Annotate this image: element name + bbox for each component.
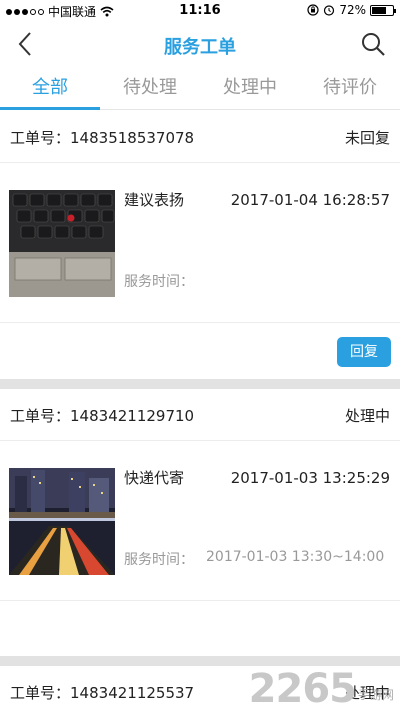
service-date: 2017-01-04 16:28:57 [230, 191, 390, 209]
watermark-logo: 2265 手游网 [249, 669, 394, 709]
order-header: 工单号：1483518537078 未回复 [0, 111, 400, 163]
alarm-icon [324, 5, 335, 16]
service-time-label: 服务时间： [124, 274, 194, 290]
orientation-lock-icon [307, 4, 319, 16]
reply-button[interactable]: 回复 [337, 337, 391, 367]
watermark-number: 2265 [248, 666, 357, 711]
battery-percent: 72% [339, 3, 366, 17]
tab-bar: 全部 待处理 处理中 待评价 [0, 68, 400, 110]
tab-processing[interactable]: 处理中 [200, 68, 300, 109]
order-status: 未回复 [344, 129, 390, 147]
battery-fill [372, 6, 387, 14]
search-button[interactable] [360, 31, 386, 57]
service-name: 建议表扬 [124, 191, 185, 209]
tab-pending[interactable]: 待处理 [100, 68, 200, 109]
service-time-label: 服务时间： [124, 552, 194, 568]
order-body: 建议表扬 2017-01-04 16:28:57 服务时间： [0, 163, 400, 323]
order-thumbnail-keyboard [9, 190, 115, 297]
card-separator [0, 379, 400, 389]
page-title: 服务工单 [164, 37, 236, 58]
service-name: 快递代寄 [124, 469, 185, 487]
order-footer: 回复 [0, 323, 400, 379]
watermark-text: 手游网 [357, 688, 394, 702]
order-thumbnail-city [9, 468, 115, 575]
service-date: 2017-01-03 13:25:29 [230, 469, 390, 487]
order-status: 处理中 [344, 407, 390, 425]
status-right: 72% [307, 3, 396, 17]
search-icon [362, 33, 385, 56]
order-card[interactable]: 工单号：1483518537078 未回复 建议表扬 2017-01-04 16… [0, 111, 400, 379]
order-card[interactable]: 工单号：1483421129710 处理中 快递代寄 2017-01-03 13… [0, 389, 400, 657]
battery-icon [370, 4, 396, 16]
card-separator [0, 656, 400, 666]
status-bar: 中国联通 11:16 72% [0, 0, 400, 20]
order-number: 工单号：1483421129710 [10, 407, 195, 425]
tab-to-review[interactable]: 待评价 [300, 68, 400, 109]
order-header: 工单号：1483421129710 处理中 [0, 389, 400, 441]
tab-all[interactable]: 全部 [0, 68, 100, 110]
order-body: 快递代寄 2017-01-03 13:25:29 服务时间： 2017-01-0… [0, 441, 400, 601]
order-number: 工单号：1483518537078 [10, 129, 195, 147]
order-footer [0, 601, 400, 657]
nav-header: 服务工单 [0, 20, 400, 68]
service-time-value: 2017-01-03 13:30~14:00 [206, 549, 385, 565]
order-number: 工单号：1483421125537 [10, 684, 195, 702]
